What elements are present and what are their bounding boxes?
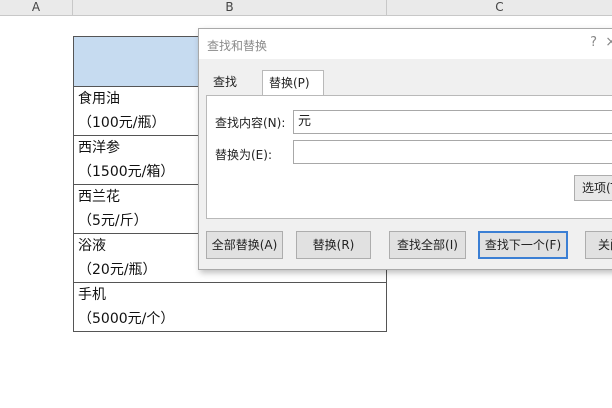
- replace-with-label: 替换为(E):: [215, 148, 272, 162]
- cell-line: （5000元/个）: [78, 311, 175, 327]
- close-button[interactable]: 关闭: [585, 231, 612, 259]
- close-icon[interactable]: ×: [605, 34, 612, 50]
- find-what-label: 查找内容(N):: [215, 116, 286, 130]
- help-icon[interactable]: ?: [590, 35, 597, 50]
- column-header-bar: A B C: [0, 0, 612, 16]
- replace-tab-panel: 查找内容(N): 元 替换为(E): 选项(T): [206, 95, 612, 219]
- options-button[interactable]: 选项(T): [574, 175, 612, 201]
- replace-button[interactable]: 替换(R): [296, 231, 371, 259]
- dialog-title: 查找和替换: [207, 39, 268, 53]
- find-what-input[interactable]: 元: [293, 110, 612, 134]
- column-header-c[interactable]: C: [387, 0, 612, 15]
- column-header-a[interactable]: A: [0, 0, 73, 15]
- table-cell[interactable]: 手机 （5000元/个）: [73, 282, 387, 332]
- find-replace-dialog: 查找和替换 ? × 查找(D) 替换(P) 查找内容(N): 元 替换为(E):…: [198, 28, 612, 270]
- find-next-button[interactable]: 查找下一个(F): [478, 231, 568, 259]
- cell-line: 手机: [78, 287, 106, 303]
- replace-all-button[interactable]: 全部替换(A): [206, 231, 283, 259]
- replace-with-input[interactable]: [293, 140, 612, 164]
- column-header-b[interactable]: B: [73, 0, 387, 15]
- tab-find[interactable]: 查找(D): [207, 70, 261, 114]
- dialog-title-bar[interactable]: 查找和替换 ? ×: [199, 29, 612, 59]
- tab-replace[interactable]: 替换(P): [262, 70, 324, 96]
- find-all-button[interactable]: 查找全部(I): [389, 231, 466, 259]
